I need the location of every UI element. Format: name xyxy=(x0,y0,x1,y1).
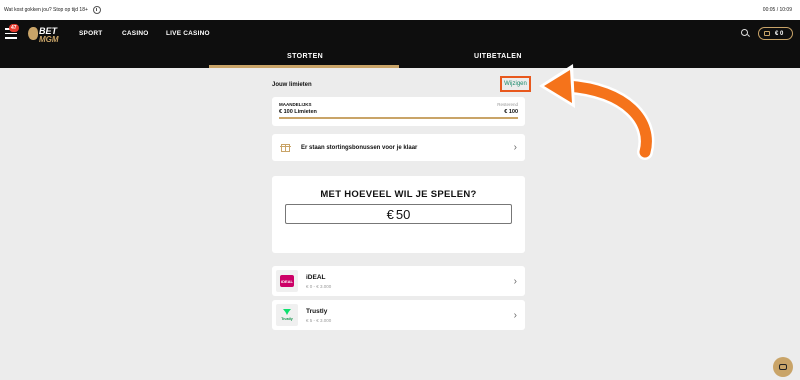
limit-value: € 100 Limieten xyxy=(279,109,317,115)
limit-period: MAANDELIJKS xyxy=(279,102,312,107)
history-icon[interactable] xyxy=(92,6,101,14)
nav-casino[interactable]: CASINO xyxy=(122,30,148,37)
chat-icon xyxy=(779,364,787,370)
logo-text-mgm: MGM xyxy=(39,35,59,44)
notification-badge: 47 xyxy=(9,24,19,32)
session-time: 00:05 / 10:09 xyxy=(762,7,792,13)
remaining-value: € 100 xyxy=(504,109,518,115)
tab-withdraw[interactable]: UITBETALEN xyxy=(474,53,522,60)
lion-logo-icon xyxy=(28,27,38,40)
amount-input[interactable]: € 50 xyxy=(285,204,512,224)
currency-symbol: € xyxy=(386,206,394,222)
site-header: 47 BET MGM SPORT CASINO LIVE CASINO € 0 … xyxy=(0,20,800,68)
responsible-gaming-text: Wat kost gokken jou? Stop op tijd 18+ xyxy=(4,7,88,13)
payment-method-trustly[interactable]: Trustly Trustly € 5 - € 3.000 › xyxy=(272,300,525,330)
payment-method-ideal[interactable]: iDEAL iDEAL € 0 - € 3.000 › xyxy=(272,266,525,296)
amount-question: MET HOEVEEL WIL JE SPELEN? xyxy=(320,189,477,200)
ideal-logo: iDEAL xyxy=(276,270,298,292)
payment-name: iDEAL xyxy=(306,273,326,281)
search-icon[interactable] xyxy=(741,29,748,36)
annotation-arrow-icon xyxy=(539,64,655,160)
payment-range: € 0 - € 3.000 xyxy=(306,283,332,289)
wallet-balance: € 0 xyxy=(775,30,784,37)
chat-button[interactable] xyxy=(773,357,793,377)
trustly-logo-text: Trustly xyxy=(281,317,293,321)
nav-sport[interactable]: SPORT xyxy=(79,30,102,37)
bonus-banner[interactable]: Er staan stortingsbonussen voor je klaar… xyxy=(272,134,525,161)
chevron-right-icon: › xyxy=(513,309,517,321)
edit-limits-link[interactable]: Wijzigen xyxy=(500,76,531,92)
responsible-gaming-bar: Wat kost gokken jou? Stop op tijd 18+ 00… xyxy=(0,0,800,20)
limits-section-label: Jouw limieten xyxy=(272,82,312,88)
betmgm-logo[interactable]: BET MGM xyxy=(28,25,62,47)
nav-live-casino[interactable]: LIVE CASINO xyxy=(166,30,210,37)
payment-range: € 5 - € 3.000 xyxy=(306,317,332,323)
deposit-amount-card: MET HOEVEEL WIL JE SPELEN? € 50 xyxy=(272,176,525,253)
remaining-label: Resterend xyxy=(497,102,518,107)
wallet-icon xyxy=(764,31,770,36)
active-tab-indicator xyxy=(209,65,399,68)
chevron-right-icon: › xyxy=(513,142,517,153)
trustly-logo: Trustly xyxy=(276,304,298,326)
tab-deposit[interactable]: STORTEN xyxy=(287,53,323,60)
limit-progress-bar xyxy=(279,117,518,119)
chevron-right-icon: › xyxy=(513,275,517,287)
deposit-limit-card: MAANDELIJKS Resterend € 100 Limieten € 1… xyxy=(272,97,525,126)
gift-icon xyxy=(280,143,291,152)
payment-name: Trustly xyxy=(306,307,328,315)
trustly-logo-icon xyxy=(283,309,291,315)
edit-limits-label: Wijzigen xyxy=(504,81,527,87)
ideal-logo-mark: iDEAL xyxy=(280,275,294,287)
wallet-button[interactable]: € 0 xyxy=(758,27,793,40)
bonus-text: Er staan stortingsbonussen voor je klaar xyxy=(301,144,418,151)
amount-value: 50 xyxy=(395,206,411,222)
